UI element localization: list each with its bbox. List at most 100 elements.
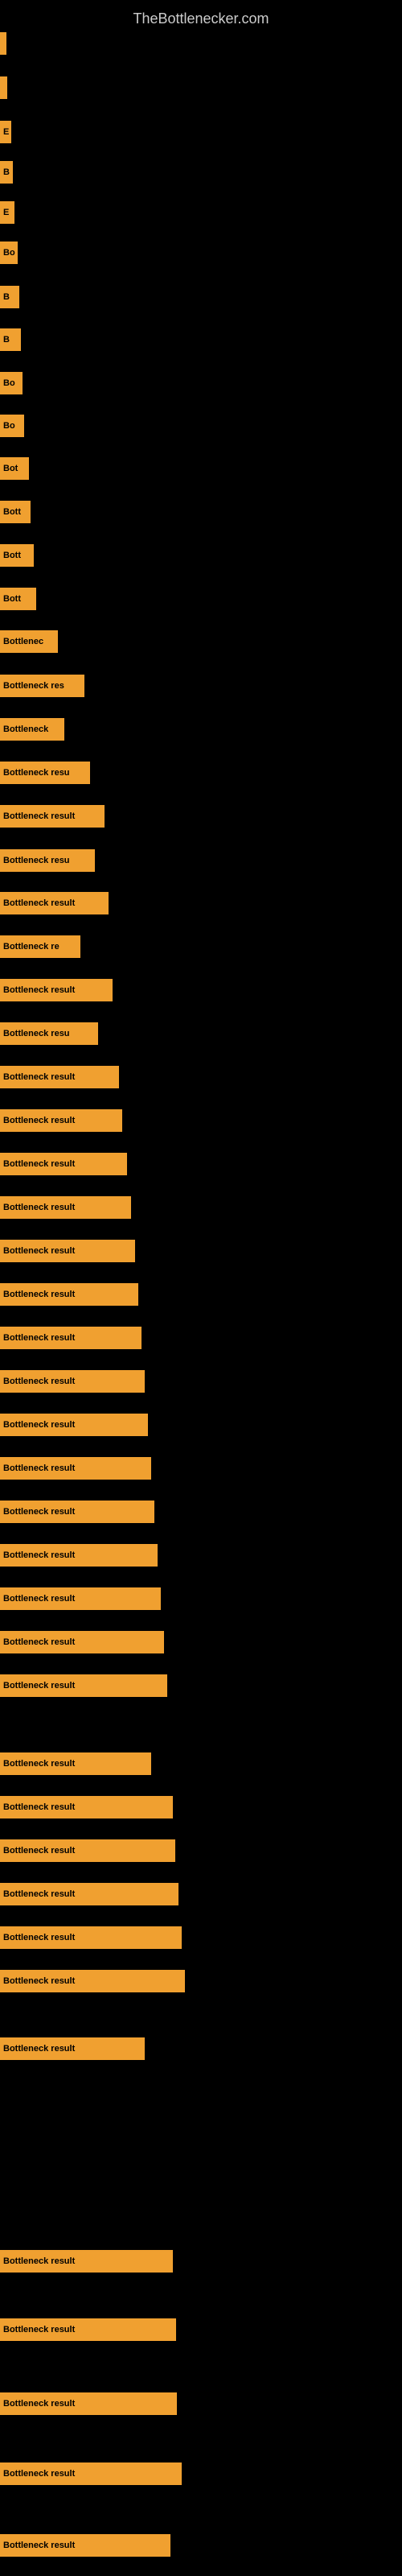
bar-label: E <box>3 208 9 217</box>
bar-row: Bottleneck result <box>0 2392 402 2415</box>
bar-label: Bottleneck result <box>3 1681 75 1690</box>
result-bar: Bottleneck result <box>0 1283 138 1306</box>
bar-label: Bottleneck result <box>3 811 75 821</box>
bar-label: Bottleneck result <box>3 1507 75 1517</box>
bar-row: Bottleneck result <box>0 1109 402 1132</box>
bar-row: Bot <box>0 457 402 480</box>
bar-row: E <box>0 201 402 224</box>
result-bar: Bottleneck result <box>0 2037 145 2060</box>
result-bar: Bottleneck result <box>0 1544 158 1567</box>
bar-row: Bottleneck <box>0 718 402 741</box>
result-bar <box>0 32 6 55</box>
result-bar: Bottleneck result <box>0 1370 145 1393</box>
bar-label: Bo <box>3 248 15 258</box>
result-bar: Bottleneck result <box>0 1196 131 1219</box>
result-bar: Bottleneck result <box>0 1970 185 1992</box>
result-bar: Bottleneck result <box>0 1752 151 1775</box>
bar-label: Bottleneck result <box>3 1203 75 1212</box>
bar-row: Bottleneck result <box>0 1839 402 1862</box>
result-bar: E <box>0 121 11 143</box>
bar-row: Bottleneck resu <box>0 1022 402 1045</box>
bar-row: Bottlenec <box>0 630 402 653</box>
result-bar: Bottlenec <box>0 630 58 653</box>
bar-label: Bottleneck resu <box>3 768 70 778</box>
bar-row: Bottleneck result <box>0 1631 402 1653</box>
result-bar: Bottleneck resu <box>0 762 90 784</box>
result-bar: Bottleneck result <box>0 1501 154 1523</box>
bar-label: B <box>3 335 10 345</box>
bar-row: Bott <box>0 544 402 567</box>
bar-row: Bottleneck re <box>0 935 402 958</box>
bar-row: Bottleneck result <box>0 1370 402 1393</box>
result-bar: Bottleneck result <box>0 1327 142 1349</box>
bar-label: Bott <box>3 594 21 604</box>
bar-label: Bottleneck result <box>3 2399 75 2409</box>
bar-label: Bottleneck result <box>3 1290 75 1299</box>
result-bar: Bottleneck result <box>0 1883 178 1905</box>
bar-row: Bottleneck result <box>0 1970 402 1992</box>
result-bar: Bottleneck result <box>0 1926 182 1949</box>
result-bar: Bo <box>0 242 18 264</box>
bar-row: Bottleneck result <box>0 1752 402 1775</box>
bar-row: Bottleneck result <box>0 1240 402 1262</box>
result-bar: Bottleneck result <box>0 2318 176 2341</box>
result-bar: Bottleneck re <box>0 935 80 958</box>
bar-row: Bottleneck resu <box>0 849 402 872</box>
bar-row: Bottleneck result <box>0 2318 402 2341</box>
bar-label: Bottleneck result <box>3 1420 75 1430</box>
bar-label: Bott <box>3 507 21 517</box>
result-bar: Bottleneck result <box>0 1796 173 1818</box>
bar-row: Bottleneck res <box>0 675 402 697</box>
bar-row: Bo <box>0 415 402 437</box>
result-bar: Bottleneck result <box>0 1153 127 1175</box>
bar-label: Bottleneck result <box>3 1594 75 1604</box>
bar-row: Bottleneck result <box>0 805 402 828</box>
bar-label: Bot <box>3 464 18 473</box>
bar-label: B <box>3 292 10 302</box>
bar-row: Bottleneck result <box>0 2037 402 2060</box>
bar-row: Bottleneck result <box>0 1066 402 1088</box>
bar-label: E <box>3 127 9 137</box>
bar-row: Bottleneck result <box>0 1457 402 1480</box>
bar-row: Bott <box>0 501 402 523</box>
result-bar: Bo <box>0 372 23 394</box>
bar-label: Bottleneck result <box>3 2044 75 2054</box>
result-bar: Bottleneck result <box>0 1109 122 1132</box>
bar-row: Bottleneck result <box>0 1587 402 1610</box>
bar-row: Bottleneck result <box>0 1796 402 1818</box>
result-bar: Bottleneck result <box>0 979 113 1001</box>
result-bar: Bottleneck result <box>0 1631 164 1653</box>
bar-row: Bottleneck result <box>0 1414 402 1436</box>
bar-row: Bottleneck result <box>0 1327 402 1349</box>
bar-label: Bottleneck result <box>3 1159 75 1169</box>
result-bar: B <box>0 328 21 351</box>
bar-row <box>0 32 402 55</box>
bar-label: Bottlenec <box>3 637 43 646</box>
bar-label: Bottleneck result <box>3 1889 75 1899</box>
bar-label: Bo <box>3 421 15 431</box>
bar-label: Bottleneck result <box>3 1463 75 1473</box>
bar-row: Bottleneck result <box>0 1674 402 1697</box>
bar-label: Bottleneck resu <box>3 856 70 865</box>
result-bar: Bottleneck result <box>0 1240 135 1262</box>
bar-row: Bottleneck resu <box>0 762 402 784</box>
result-bar: B <box>0 286 19 308</box>
result-bar <box>0 76 7 99</box>
bar-label: Bottleneck result <box>3 1976 75 1986</box>
bar-label: Bottleneck res <box>3 681 64 691</box>
bar-label: Bottleneck result <box>3 1333 75 1343</box>
bar-label: B <box>3 167 10 177</box>
result-bar: Bottleneck result <box>0 1674 167 1697</box>
bar-row: Bottleneck result <box>0 1283 402 1306</box>
bar-row: Bottleneck result <box>0 2250 402 2273</box>
result-bar: Bottleneck result <box>0 2534 170 2557</box>
bar-label: Bottleneck result <box>3 1246 75 1256</box>
result-bar: Bottleneck res <box>0 675 84 697</box>
bar-label: Bo <box>3 378 15 388</box>
result-bar: Bottleneck result <box>0 1457 151 1480</box>
site-title: TheBottlenecker.com <box>0 4 402 34</box>
result-bar: Bottleneck result <box>0 2250 173 2273</box>
bar-row: Bottleneck result <box>0 1883 402 1905</box>
result-bar: Bott <box>0 501 31 523</box>
result-bar: Bott <box>0 544 34 567</box>
